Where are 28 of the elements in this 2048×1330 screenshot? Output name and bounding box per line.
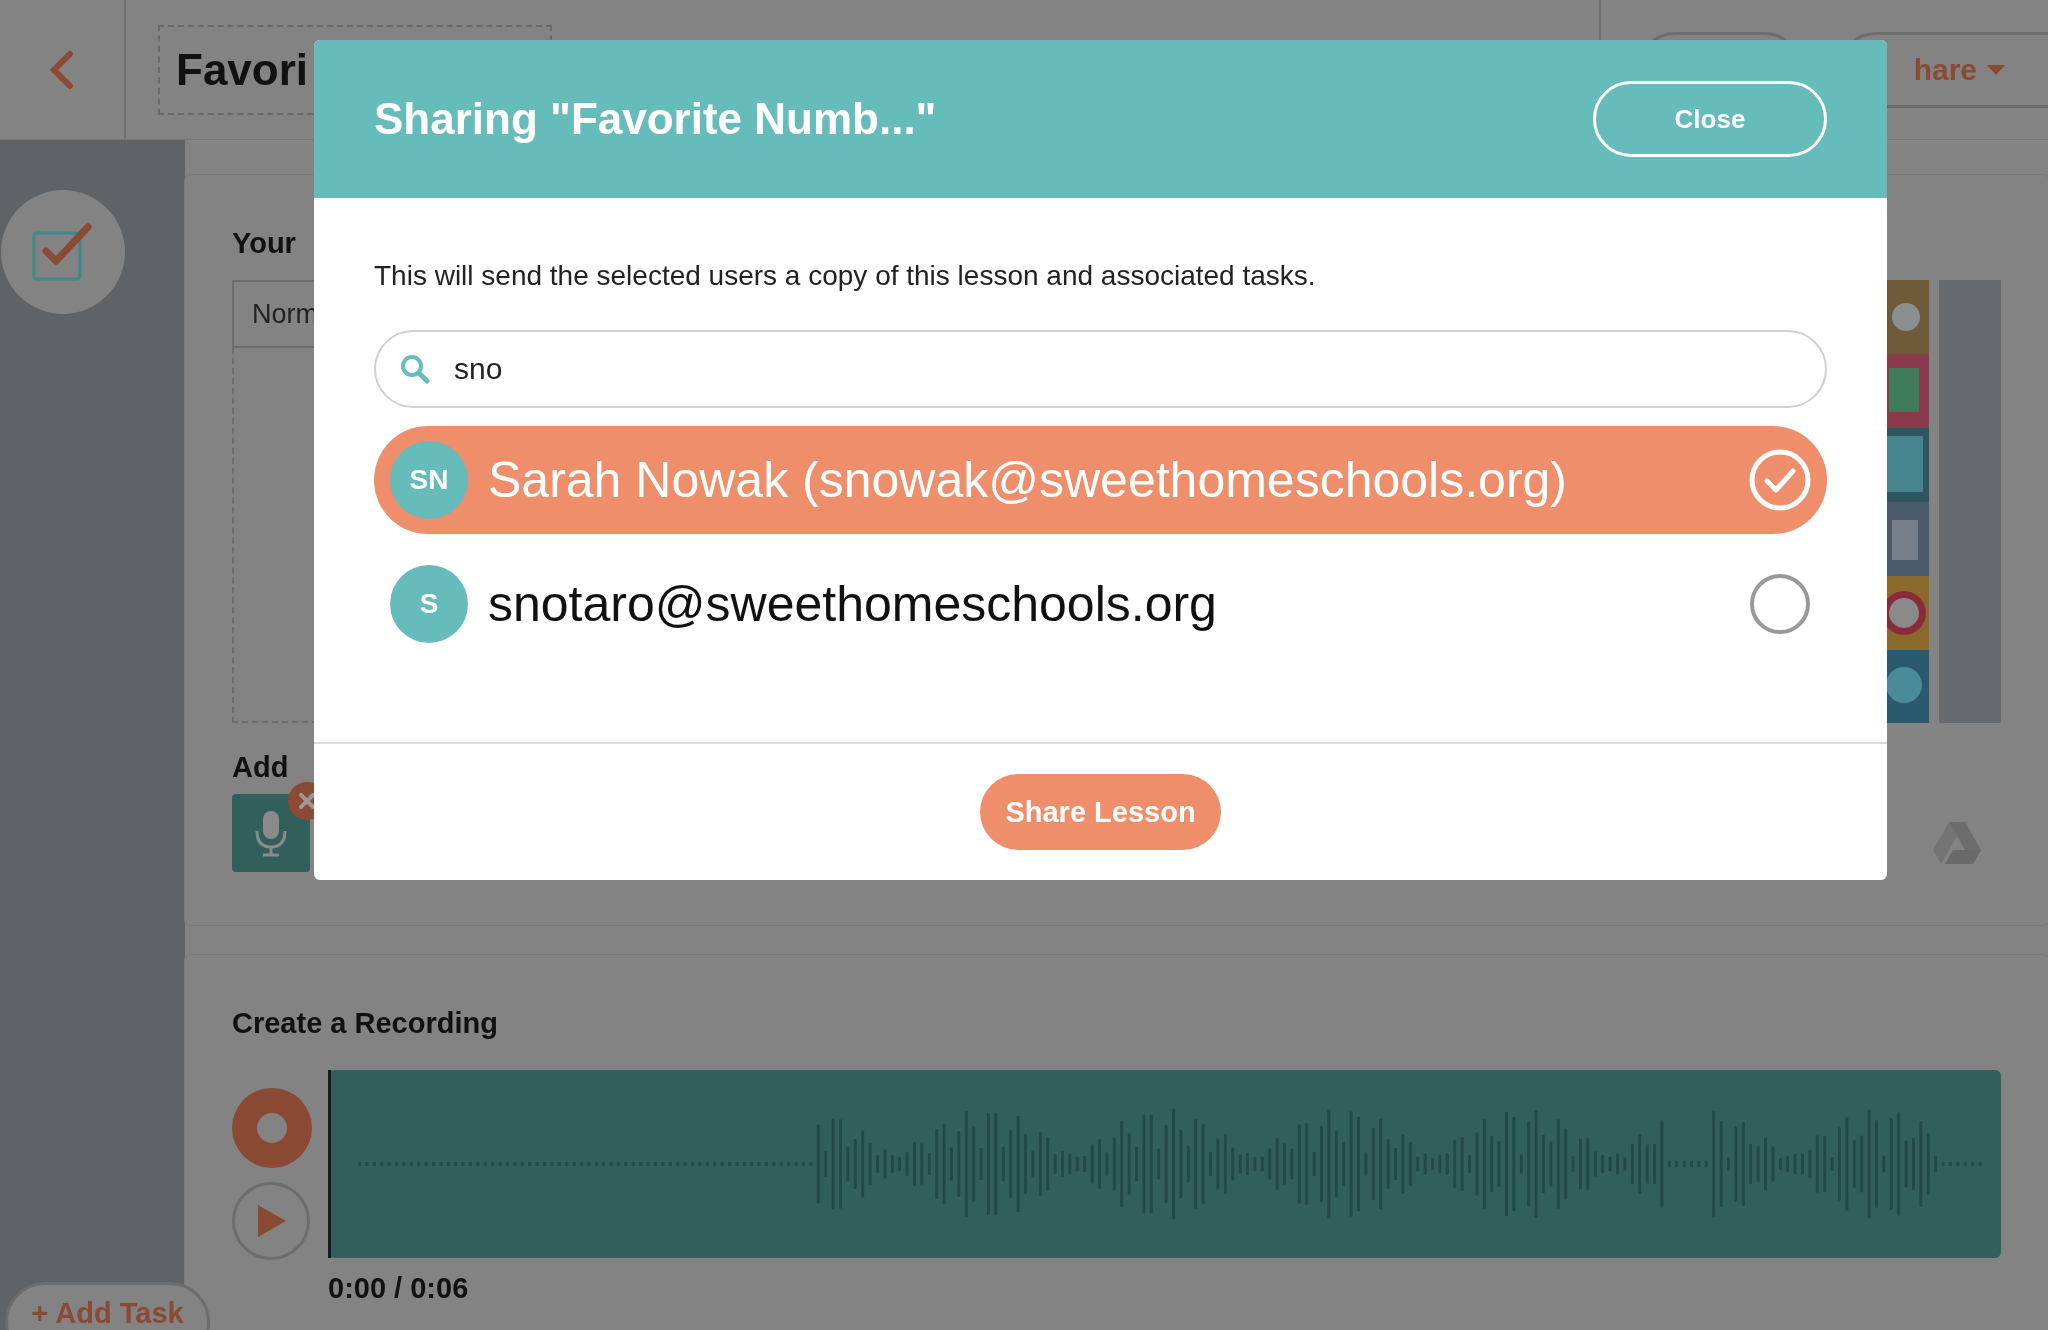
add-task-button[interactable]: + Add Task	[5, 1282, 210, 1330]
search-icon	[400, 354, 430, 384]
checkbox-icon	[31, 223, 94, 281]
section-label: Add	[232, 751, 290, 784]
card-heading: Your	[232, 227, 297, 260]
user-result-item[interactable]: S snotaro@sweethomeschools.org	[374, 550, 1827, 658]
user-name: Sarah Nowak (snowak@sweethomeschools.org)	[488, 451, 1568, 509]
check-circle-icon	[1749, 449, 1811, 511]
play-icon	[258, 1205, 286, 1237]
search-field[interactable]: sno	[374, 330, 1827, 408]
user-avatar: S	[390, 565, 468, 643]
radio-circle-icon	[1749, 573, 1811, 635]
close-icon	[299, 793, 315, 809]
record-icon	[256, 1112, 288, 1144]
user-name: snotaro@sweethomeschools.org	[488, 575, 1218, 633]
user-result-item[interactable]: SN Sarah Nowak (snowak@sweethomeschools.org)	[374, 426, 1827, 534]
drive-icon[interactable]	[1933, 822, 1981, 864]
playback-time: 0:00 / 0:06	[328, 1272, 470, 1305]
caret-icon	[1987, 64, 2005, 75]
share-lesson-button[interactable]: Share Lesson	[980, 774, 1221, 850]
dialog-title: Sharing "Favorite Numb..."	[374, 94, 937, 144]
dialog-description: This will send the selected users a copy of this lesson and associated tasks.	[374, 260, 1317, 292]
back-icon[interactable]	[50, 49, 74, 90]
user-avatar: SN	[390, 441, 468, 519]
play-button[interactable]	[232, 1182, 310, 1260]
close-button[interactable]: Close	[1593, 81, 1827, 157]
card-heading: Create a Recording	[232, 1007, 499, 1040]
microphone-icon	[254, 809, 288, 857]
